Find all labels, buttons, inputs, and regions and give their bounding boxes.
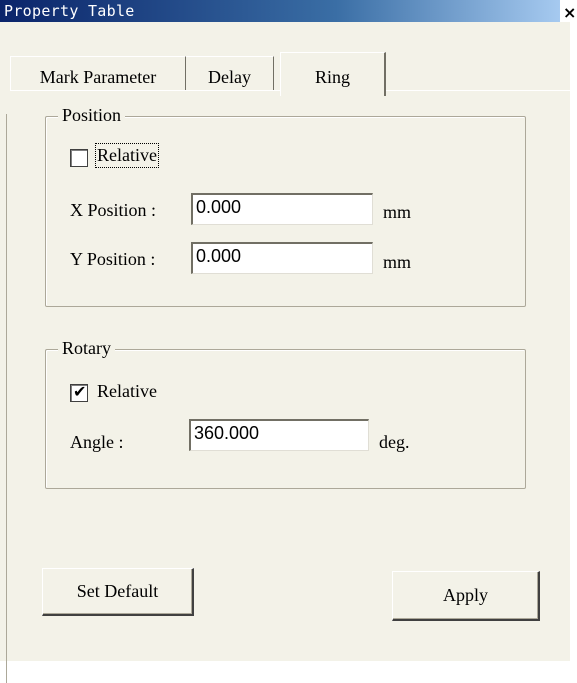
rotary-relative-label[interactable]: Relative	[97, 381, 157, 402]
panel-left-border	[6, 114, 7, 683]
x-position-unit: mm	[383, 202, 412, 222]
property-panel: Mark Parameter Delay Ring Position Relat…	[0, 22, 570, 683]
position-relative-label[interactable]: Relative	[95, 143, 159, 168]
y-position-label: Y Position :	[70, 249, 156, 269]
tab-divider	[386, 90, 570, 91]
position-group: Position Relative X Position : 0.000 mm …	[45, 105, 526, 307]
rotary-group-legend: Rotary	[58, 338, 115, 359]
x-position-input[interactable]: 0.000	[191, 193, 373, 225]
apply-button[interactable]: Apply	[392, 571, 540, 621]
angle-input[interactable]: 360.000	[189, 419, 369, 451]
position-relative-checkbox[interactable]	[70, 149, 88, 167]
title-bar: Property Table	[0, 0, 560, 22]
rotary-relative-checkbox[interactable]: ✔	[70, 382, 88, 402]
rotary-group: Rotary ✔ Relative Angle : 360.000 deg.	[45, 338, 526, 489]
tab-ring[interactable]: Ring	[280, 52, 386, 96]
checkmark-icon: ✔	[73, 382, 87, 401]
set-default-button[interactable]: Set Default	[42, 568, 194, 616]
angle-label: Angle :	[70, 432, 124, 452]
position-group-legend: Position	[58, 105, 126, 126]
x-position-label: X Position :	[70, 200, 157, 220]
window-title: Property Table	[4, 2, 135, 20]
tab-divider	[10, 90, 280, 91]
y-position-input[interactable]: 0.000	[191, 242, 373, 274]
tab-mark-parameter[interactable]: Mark Parameter	[10, 56, 186, 90]
tab-delay[interactable]: Delay	[186, 56, 274, 90]
angle-unit: deg.	[379, 432, 410, 452]
close-icon[interactable]: ×	[563, 3, 576, 22]
y-position-unit: mm	[383, 252, 412, 272]
